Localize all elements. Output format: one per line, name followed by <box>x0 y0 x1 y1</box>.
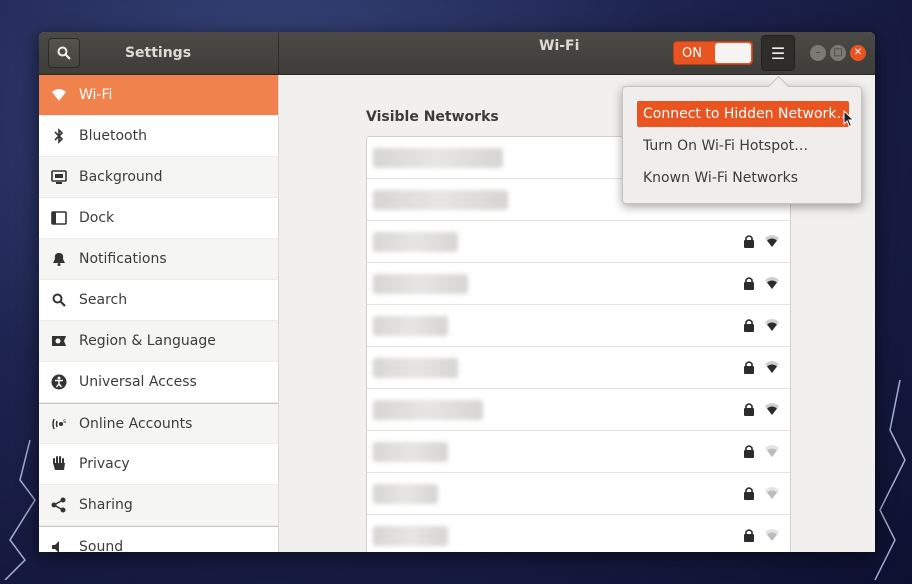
online-accounts-icon: s <box>51 416 67 432</box>
panel-title: Wi-Fi <box>539 38 580 54</box>
lock-icon <box>744 235 754 248</box>
share-icon <box>51 497 67 513</box>
speaker-icon <box>51 539 67 552</box>
hand-icon <box>51 456 67 472</box>
flag-icon <box>51 333 67 349</box>
sidebar-item-label: Region & Language <box>79 333 216 349</box>
bluetooth-icon <box>51 128 67 144</box>
sidebar-item-privacy[interactable]: Privacy <box>39 444 278 485</box>
sidebar-item-label: Wi-Fi <box>79 87 113 103</box>
minimize-button[interactable]: – <box>810 45 826 61</box>
wifi-signal-icon <box>765 235 779 247</box>
wifi-signal-icon <box>765 487 779 499</box>
wifi-signal-icon <box>765 445 779 457</box>
lock-icon <box>744 403 754 416</box>
search-button[interactable] <box>48 38 80 68</box>
lock-icon <box>744 487 754 500</box>
sidebar-item-label: Online Accounts <box>79 415 193 432</box>
maximize-button[interactable]: □ <box>830 45 846 61</box>
search-icon <box>57 46 71 60</box>
background-icon <box>51 169 67 185</box>
sidebar-item-bluetooth[interactable]: Bluetooth <box>39 116 278 157</box>
connect-hidden-network-item[interactable]: Connect to Hidden Network… <box>637 101 850 127</box>
lock-icon <box>744 319 754 332</box>
close-button[interactable]: ✕ <box>850 45 866 61</box>
sidebar-item-label: Universal Access <box>79 374 197 390</box>
sidebar-item-wifi[interactable]: Wi-Fi <box>39 75 278 116</box>
wifi-signal-icon <box>765 277 779 289</box>
dock-icon <box>51 210 67 226</box>
sidebar-item-label: Search <box>79 292 128 308</box>
network-row[interactable] <box>367 431 790 473</box>
network-row[interactable] <box>367 221 790 263</box>
headerbar-sidebar-section: Settings <box>39 32 279 75</box>
sidebar-item-region-language[interactable]: Region & Language <box>39 321 278 362</box>
network-name-obscured <box>373 148 503 168</box>
network-row[interactable] <box>367 347 790 389</box>
search-icon <box>51 292 67 308</box>
sidebar-item-dock[interactable]: Dock <box>39 198 278 239</box>
sidebar-item-sharing[interactable]: Sharing <box>39 485 278 526</box>
wifi-icon <box>51 87 67 103</box>
network-row[interactable] <box>367 515 790 552</box>
lock-icon <box>744 529 754 542</box>
sidebar-item-label: Sound <box>79 538 124 553</box>
sidebar-item-label: Dock <box>79 210 115 226</box>
wifi-signal-icon <box>765 319 779 331</box>
network-name-obscured <box>373 190 508 210</box>
wifi-signal-icon <box>765 361 779 373</box>
lock-icon <box>744 445 754 458</box>
sidebar-item-label: Notifications <box>79 251 167 267</box>
sidebar-item-label: Sharing <box>79 497 133 513</box>
sidebar-item-label: Bluetooth <box>79 128 147 144</box>
close-icon: ✕ <box>853 47 863 58</box>
network-name-obscured <box>373 526 448 546</box>
settings-title: Settings <box>124 45 192 61</box>
switch-knob <box>715 43 751 63</box>
network-name-obscured <box>373 400 483 420</box>
network-name-obscured <box>373 484 438 504</box>
network-row[interactable] <box>367 305 790 347</box>
visible-networks-heading: Visible Networks <box>366 109 499 125</box>
network-name-obscured <box>373 232 458 252</box>
mouse-cursor-icon <box>843 110 855 128</box>
sidebar-item-label: Background <box>79 169 163 185</box>
wifi-signal-icon <box>765 403 779 415</box>
sidebar-item-online-accounts[interactable]: s Online Accounts <box>39 403 278 444</box>
sidebar-item-universal-access[interactable]: Universal Access <box>39 362 278 403</box>
network-name-obscured <box>373 274 468 294</box>
hamburger-icon: ☰ <box>770 43 786 63</box>
wifi-toggle-switch[interactable]: ON <box>673 41 753 65</box>
network-name-obscured <box>373 358 458 378</box>
bell-icon <box>51 251 67 267</box>
sidebar-item-background[interactable]: Background <box>39 157 278 198</box>
sidebar-item-notifications[interactable]: Notifications <box>39 239 278 280</box>
network-name-obscured <box>373 316 448 336</box>
switch-state-label: ON <box>682 46 702 61</box>
network-row[interactable] <box>367 263 790 305</box>
menu-button[interactable]: ☰ <box>761 35 795 71</box>
known-networks-item[interactable]: Known Wi-Fi Networks <box>637 165 849 191</box>
lock-icon <box>744 361 754 374</box>
wifi-menu-popover: Connect to Hidden Network… Turn On Wi-Fi… <box>622 86 862 204</box>
sidebar-item-label: Privacy <box>79 456 130 472</box>
sidebar-item-search[interactable]: Search <box>39 280 278 321</box>
sidebar-item-sound[interactable]: Sound <box>39 526 278 552</box>
settings-sidebar: Wi-Fi Bluetooth Background Dock Notifica… <box>39 75 279 552</box>
minimize-icon: – <box>815 47 821 58</box>
network-name-obscured <box>373 442 448 462</box>
network-row[interactable] <box>367 473 790 515</box>
maximize-icon: □ <box>833 47 843 58</box>
svg-text:s: s <box>63 418 66 425</box>
lock-icon <box>744 277 754 290</box>
network-row[interactable] <box>367 389 790 431</box>
turn-on-hotspot-item[interactable]: Turn On Wi-Fi Hotspot… <box>637 133 849 159</box>
accessibility-icon <box>51 374 67 390</box>
headerbar: Settings Wi-Fi ON ☰ – □ ✕ <box>39 32 875 75</box>
wifi-signal-icon <box>765 529 779 541</box>
